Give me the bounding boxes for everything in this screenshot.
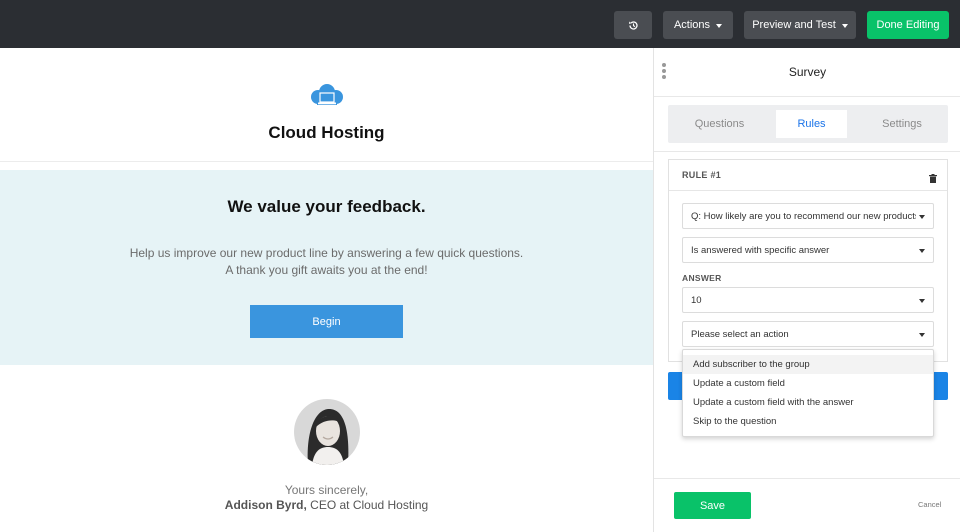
actions-dropdown-button[interactable]: Actions [663,11,733,39]
action-dropdown-menu: Add subscriber to the group Update a cus… [682,349,934,437]
signature: Addison Byrd, CEO at Cloud Hosting [0,498,653,512]
tab-settings[interactable]: Settings [858,110,946,138]
cloud-laptop-icon [311,84,343,105]
rule-title: RULE #1 [682,170,722,180]
panel-title: Survey [788,65,827,79]
survey-preview: Cloud Hosting We value your feedback. He… [0,48,653,532]
done-editing-button[interactable]: Done Editing [867,11,949,39]
caret-down-icon [919,215,925,219]
signature-role: CEO at Cloud Hosting [306,498,429,512]
signature-name: Addison Byrd, [224,498,307,512]
cancel-link[interactable]: Cancel [918,500,941,509]
tab-questions[interactable]: Questions [668,110,771,138]
caret-down-icon [919,333,925,337]
divider [0,161,653,162]
condition-select[interactable]: Is answered with specific answer [682,237,934,263]
top-toolbar: Actions Preview and Test Done Editing [0,0,960,48]
divider [669,190,947,191]
question-select[interactable]: Q: How likely are you to recommend our n… [682,203,934,229]
question-select-value: Q: How likely are you to recommend our n… [691,210,916,222]
trash-icon [929,174,937,183]
tab-rules[interactable]: Rules [776,110,847,138]
action-option[interactable]: Update a custom field with the answer [683,393,933,412]
caret-down-icon [919,299,925,303]
signature-greeting: Yours sincerely, [284,483,369,497]
action-option[interactable]: Add subscriber to the group [683,355,933,374]
hero-description-2: A thank you gift awaits you at the end! [225,263,428,277]
actions-label: Actions [673,19,711,31]
history-button[interactable] [614,11,652,39]
hero-section: We value your feedback. Help us improve … [0,170,653,365]
save-button[interactable]: Save [674,492,751,519]
action-option[interactable]: Update a custom field [683,374,933,393]
history-icon [628,20,638,30]
caret-down-icon [919,249,925,253]
hero-title: We value your feedback. [227,197,426,216]
preview-and-test-button[interactable]: Preview and Test [744,11,856,39]
divider [654,478,960,479]
delete-rule-button[interactable] [929,170,937,188]
divider [654,151,960,152]
begin-button[interactable]: Begin [250,305,403,338]
answer-label: ANSWER [682,273,722,283]
answer-select[interactable]: 10 [682,287,934,313]
action-option[interactable]: Skip to the question [683,412,933,431]
rule-card: RULE #1 Q: How likely are you to recomme… [668,159,948,362]
brand-name: Cloud Hosting [268,123,385,142]
action-select-placeholder: Please select an action [691,328,789,340]
condition-select-value: Is answered with specific answer [691,244,830,256]
survey-settings-panel: Survey Questions Rules Settings RULE #1 … [653,48,960,532]
hero-description: Help us improve our new product line by … [129,246,524,260]
panel-tabs: Questions Rules Settings [668,105,948,143]
avatar [294,399,360,465]
preview-label: Preview and Test [752,19,836,31]
caret-down-icon [716,23,723,28]
answer-select-value: 10 [691,294,702,306]
caret-down-icon [841,23,848,28]
action-select[interactable]: Please select an action [682,321,934,347]
divider [654,96,960,97]
